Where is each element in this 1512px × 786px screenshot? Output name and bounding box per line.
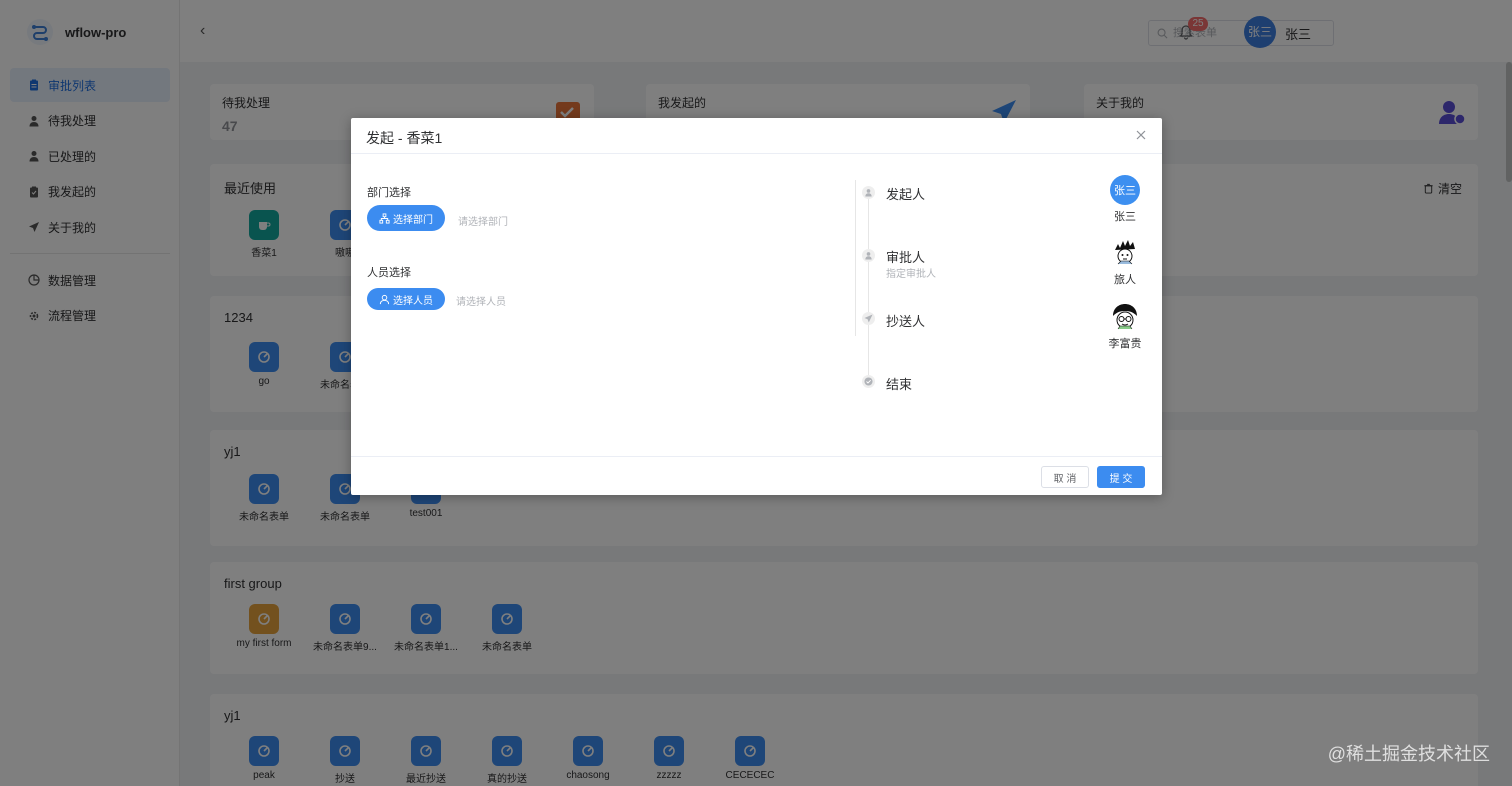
start-process-dialog: 发起 - 香菜1 部门选择 选择部门 请选择部门 人员选择 选择人员 请选择人员… bbox=[351, 118, 1162, 495]
check-circle-icon bbox=[862, 375, 875, 388]
user-select-label: 人员选择 bbox=[367, 267, 411, 279]
timeline-subtitle: 指定审批人 bbox=[886, 269, 936, 280]
dialog-title: 发起 - 香菜1 bbox=[366, 130, 443, 146]
select-user-button[interactable]: 选择人员 bbox=[367, 288, 445, 310]
timeline-title: 结束 bbox=[886, 377, 913, 392]
dialog-footer: 取 消 提 交 bbox=[351, 456, 1162, 495]
timeline-title: 抄送人 bbox=[886, 314, 926, 329]
select-user-label: 选择人员 bbox=[393, 295, 433, 307]
panel-divider bbox=[855, 180, 856, 336]
org-chart-icon bbox=[379, 212, 390, 224]
timeline-user[interactable]: 张三 张三 bbox=[1107, 175, 1143, 224]
watermark: @稀土掘金技术社区 bbox=[1327, 744, 1490, 764]
timeline-title: 发起人 bbox=[886, 187, 926, 202]
cartoon-glasses-avatar bbox=[1110, 302, 1140, 332]
timeline-title: 审批人 bbox=[886, 250, 926, 265]
select-dept-label: 选择部门 bbox=[393, 214, 433, 226]
select-dept-button[interactable]: 选择部门 bbox=[367, 205, 445, 231]
close-icon[interactable] bbox=[1135, 129, 1147, 141]
timeline-user-name: 李富贵 bbox=[1108, 338, 1142, 350]
timeline-axis bbox=[868, 198, 869, 384]
dialog-header: 发起 - 香菜1 bbox=[351, 118, 1162, 154]
dept-select-label: 部门选择 bbox=[367, 187, 411, 199]
avatar: 张三 bbox=[1110, 175, 1140, 205]
timeline-user[interactable]: 李富贵 bbox=[1107, 302, 1143, 351]
paper-plane-icon bbox=[862, 312, 875, 325]
timeline-user[interactable]: 旅人 bbox=[1107, 238, 1143, 287]
submit-button[interactable]: 提 交 bbox=[1097, 466, 1145, 488]
user-icon bbox=[862, 249, 875, 262]
cancel-button[interactable]: 取 消 bbox=[1041, 466, 1089, 488]
user-icon bbox=[862, 186, 875, 199]
user-hint: 请选择人员 bbox=[456, 297, 506, 308]
timeline-user-name: 张三 bbox=[1114, 211, 1136, 223]
timeline-user-name: 旅人 bbox=[1114, 274, 1136, 286]
cartoon-boy-avatar bbox=[1110, 238, 1140, 268]
user-icon bbox=[379, 294, 390, 304]
dialog-body: 部门选择 选择部门 请选择部门 人员选择 选择人员 请选择人员 发起人 张三 张… bbox=[351, 154, 1162, 456]
dept-hint: 请选择部门 bbox=[458, 217, 508, 228]
